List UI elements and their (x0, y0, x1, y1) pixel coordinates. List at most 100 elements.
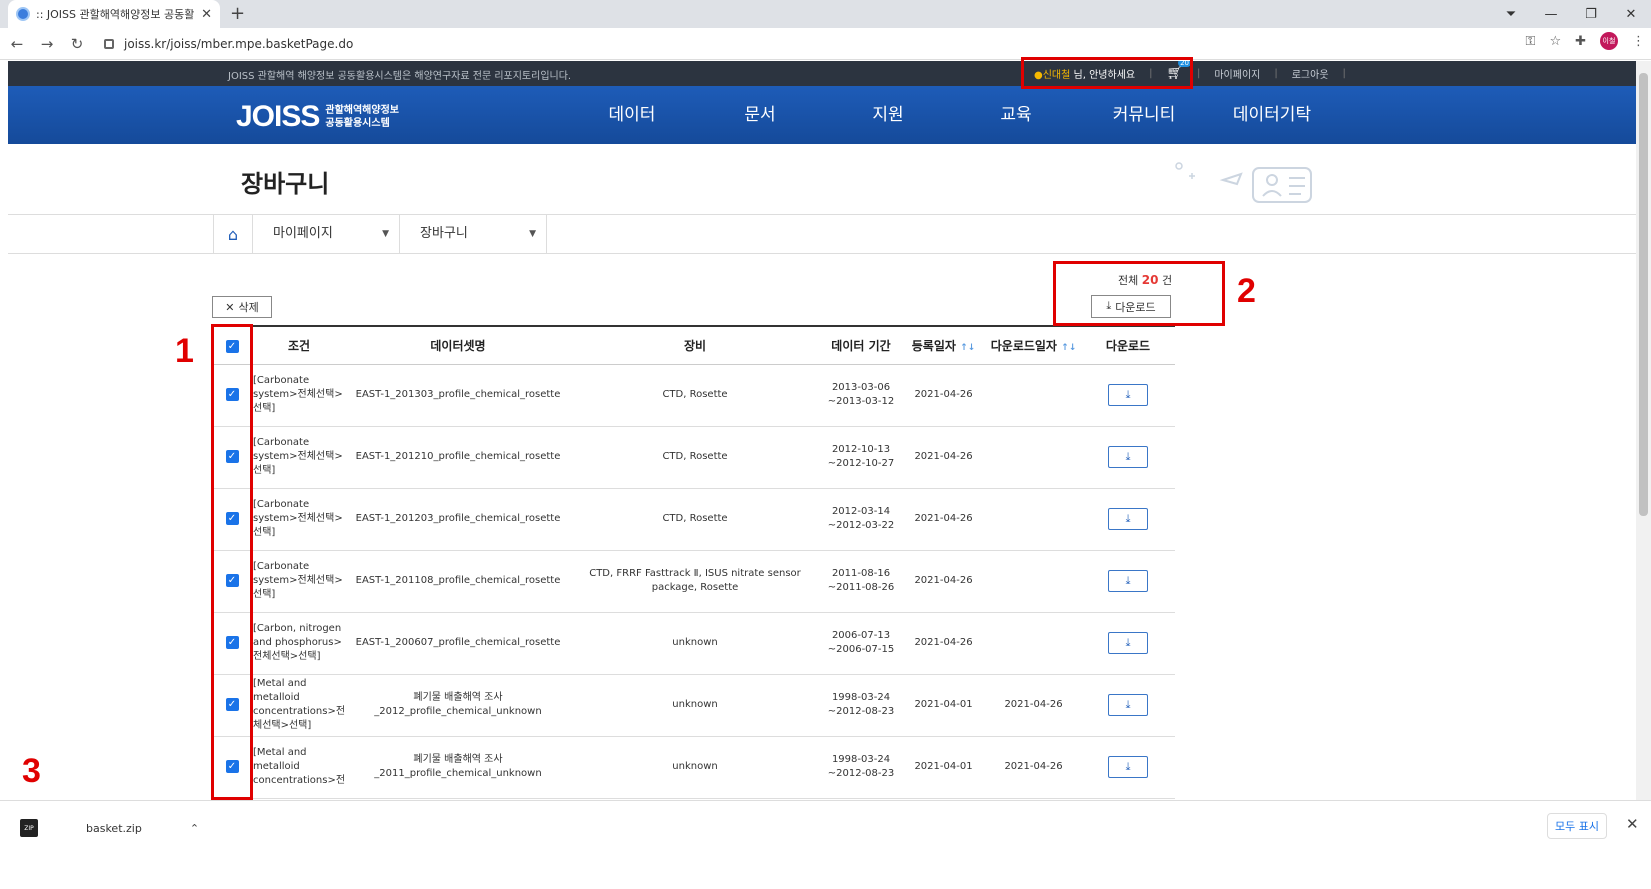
cond-line: 선택] (253, 589, 276, 600)
dldate-cell: 2021-04-26 (986, 674, 1081, 737)
download-shelf: ZIP basket.zip ⌃ 모두 표시 ✕ (0, 800, 1651, 889)
equipment-cell: CTD, FRRF Fasttrack Ⅱ, ISUS nitrate sens… (569, 550, 821, 613)
highlight-box-checkboxes (211, 324, 253, 800)
download-cell: ⤓ (1081, 364, 1175, 427)
col-equipment: 장비 (569, 325, 821, 365)
regdate-cell: 2021-04-01 (901, 736, 986, 799)
period-cell: 2013-03-06 ~2013-03-12 (821, 364, 901, 427)
nav-item-support[interactable]: 지원 (824, 86, 952, 144)
sort-icon[interactable]: ↑↓ (1061, 343, 1076, 353)
window-close-icon[interactable]: ✕ (1611, 7, 1651, 22)
col-period: 데이터 기간 (821, 325, 901, 365)
col-regdate-label: 등록일자 (911, 338, 956, 353)
chevron-up-icon[interactable]: ⌃ (190, 822, 199, 835)
row-download-button[interactable]: ⤓ (1108, 756, 1148, 778)
col-dataset: 데이터셋명 (347, 325, 569, 365)
breadcrumb-basket[interactable]: 장바구니 ▼ (400, 215, 547, 253)
condition-cell: [Carbon, nitrogen and phosphorus> 전체선택>선택] (251, 612, 347, 675)
bookmark-star-icon[interactable]: ☆ (1549, 34, 1561, 49)
name-line: _2012_profile_chemical_unknown (374, 706, 542, 717)
regdate-cell: 2021-04-26 (901, 364, 986, 427)
logout-link[interactable]: 로그아웃 (1292, 66, 1329, 81)
period-line: 2006-07-13 (831, 630, 891, 641)
row-download-button[interactable]: ⤓ (1108, 384, 1148, 406)
download-cell: ⤓ (1081, 426, 1175, 489)
maximize-icon[interactable]: ❐ (1571, 7, 1611, 22)
equipment-cell: unknown (569, 612, 821, 675)
cart-illustration-icon (1175, 162, 1312, 203)
regdate-cell: 2021-04-26 (901, 426, 986, 489)
dataset-cell: EAST-1_201210_profile_chemical_rosette (347, 426, 569, 489)
tab-title: :: JOISS 관할해역해양정보 공동활 (36, 8, 195, 21)
condition-cell: [Carbonate system>전체선택> 선택] (251, 550, 347, 613)
period-line: ~2012-08-23 (827, 768, 895, 779)
dldate-cell (986, 550, 1081, 613)
extensions-icon[interactable]: ✚ (1575, 34, 1586, 49)
cond-line: [Carbonate (253, 499, 310, 510)
col-regdate[interactable]: 등록일자 ↑↓ (901, 325, 986, 365)
condition-cell: [Carbonate system>전체선택> 선택] (251, 364, 347, 427)
condition-cell: [Carbonate system>전체선택> 선택] (251, 488, 347, 551)
tab-close-icon[interactable]: ✕ (201, 7, 212, 22)
row-download-button[interactable]: ⤓ (1108, 632, 1148, 654)
browser-menu-icon[interactable]: ⋮ (1632, 34, 1645, 49)
site-topbar: JOISS 관할해역 해양정보 공동활용시스템은 해양연구자료 전문 리포지토리… (8, 61, 1636, 86)
scrollbar-thumb[interactable] (1639, 73, 1648, 516)
key-icon[interactable]: ⚿ (1526, 34, 1536, 49)
toolbar-actions: ⚿ ☆ ✚ 이철 ⋮ (1526, 32, 1645, 50)
condition-cell: [Metal and metalloid concentrations>전 (251, 736, 347, 799)
breadcrumb-mypage[interactable]: 마이페이지 ▼ (253, 215, 400, 253)
period-line: 2012-10-13 (831, 444, 891, 455)
breadcrumb-label: 장바구니 (420, 226, 468, 241)
delete-button[interactable]: ✕ 삭제 (212, 296, 272, 318)
download-item[interactable]: ZIP basket.zip ⌃ (20, 819, 199, 837)
period-cell: 1998-03-24 ~2012-08-23 (821, 736, 901, 799)
period-cell: 2012-03-14 ~2012-03-22 (821, 488, 901, 551)
row-download-button[interactable]: ⤓ (1108, 694, 1148, 716)
new-tab-icon[interactable]: + (230, 3, 245, 24)
condition-cell: [Metal and metalloid concentrations>전 체선택>선… (251, 674, 347, 737)
cond-line: [Metal and (253, 747, 307, 758)
regdate-cell: 2021-04-26 (901, 550, 986, 613)
dataset-cell: EAST-1_200607_profile_chemical_rosette (347, 612, 569, 675)
row-download-button[interactable]: ⤓ (1108, 508, 1148, 530)
cond-line: [Carbonate (253, 561, 310, 572)
chevron-down-icon: ▼ (529, 229, 536, 239)
nav-item-data-deposit[interactable]: 데이터기탁 (1208, 86, 1336, 144)
forward-icon[interactable]: → (34, 35, 60, 53)
page-scrollbar[interactable] (1636, 61, 1651, 800)
table-body: ✓ [Carbonate system>전체선택> 선택] EAST-1_201303_… (213, 364, 1175, 799)
download-cell: ⤓ (1081, 550, 1175, 613)
back-icon[interactable]: ← (4, 35, 30, 53)
equipment-cell: CTD, Rosette (569, 488, 821, 551)
nav-item-community[interactable]: 커뮤니티 (1080, 86, 1208, 144)
profile-avatar[interactable]: 이철 (1600, 32, 1618, 50)
col-condition: 조건 (251, 325, 347, 365)
col-dldate[interactable]: 다운로드일자 ↑↓ (986, 325, 1081, 365)
cond-line: system>전체선택> (253, 451, 343, 462)
minimize-icon[interactable]: — (1531, 7, 1571, 22)
cond-line: [Carbonate (253, 375, 310, 386)
address-bar[interactable]: joiss.kr/joiss/mber.mpe.basketPage.do (104, 32, 1504, 56)
table-row: ✓ [Carbonate system>전체선택> 선택] EAST-1_201303_… (213, 364, 1175, 427)
row-download-button[interactable]: ⤓ (1108, 570, 1148, 592)
sort-icon[interactable]: ↑↓ (960, 343, 975, 353)
period-cell: 1998-03-24 ~2012-08-23 (821, 674, 901, 737)
browser-tab[interactable]: :: JOISS 관할해역해양정보 공동활 ✕ (8, 0, 220, 28)
annotation-number-2: 2 (1237, 272, 1256, 310)
site-logo[interactable]: JOISS 관할해역해양정보 공동활용시스템 (236, 100, 399, 134)
nav-item-education[interactable]: 교육 (952, 86, 1080, 144)
nav-item-data[interactable]: 데이터 (568, 86, 696, 144)
browser-tabstrip: :: JOISS 관할해역해양정보 공동활 ✕ + ⏷ — ❐ ✕ (0, 0, 1651, 28)
home-icon[interactable]: ⌂ (213, 215, 253, 253)
row-download-button[interactable]: ⤓ (1108, 446, 1148, 468)
nav-item-documents[interactable]: 문서 (696, 86, 824, 144)
table-header-row: ✓ 조건 데이터셋명 장비 데이터 기간 등록일자 ↑↓ 다운로드일자 ↑↓ 다… (213, 325, 1175, 365)
reload-icon[interactable]: ↻ (64, 35, 90, 53)
show-all-button[interactable]: 모두 표시 (1547, 813, 1607, 839)
cond-line: concentrations>전 (253, 775, 346, 786)
delete-label: 삭제 (238, 302, 259, 314)
tab-search-icon[interactable]: ⏷ (1491, 7, 1531, 22)
close-icon[interactable]: ✕ (1626, 815, 1639, 833)
mypage-link[interactable]: 마이페이지 (1214, 66, 1260, 81)
